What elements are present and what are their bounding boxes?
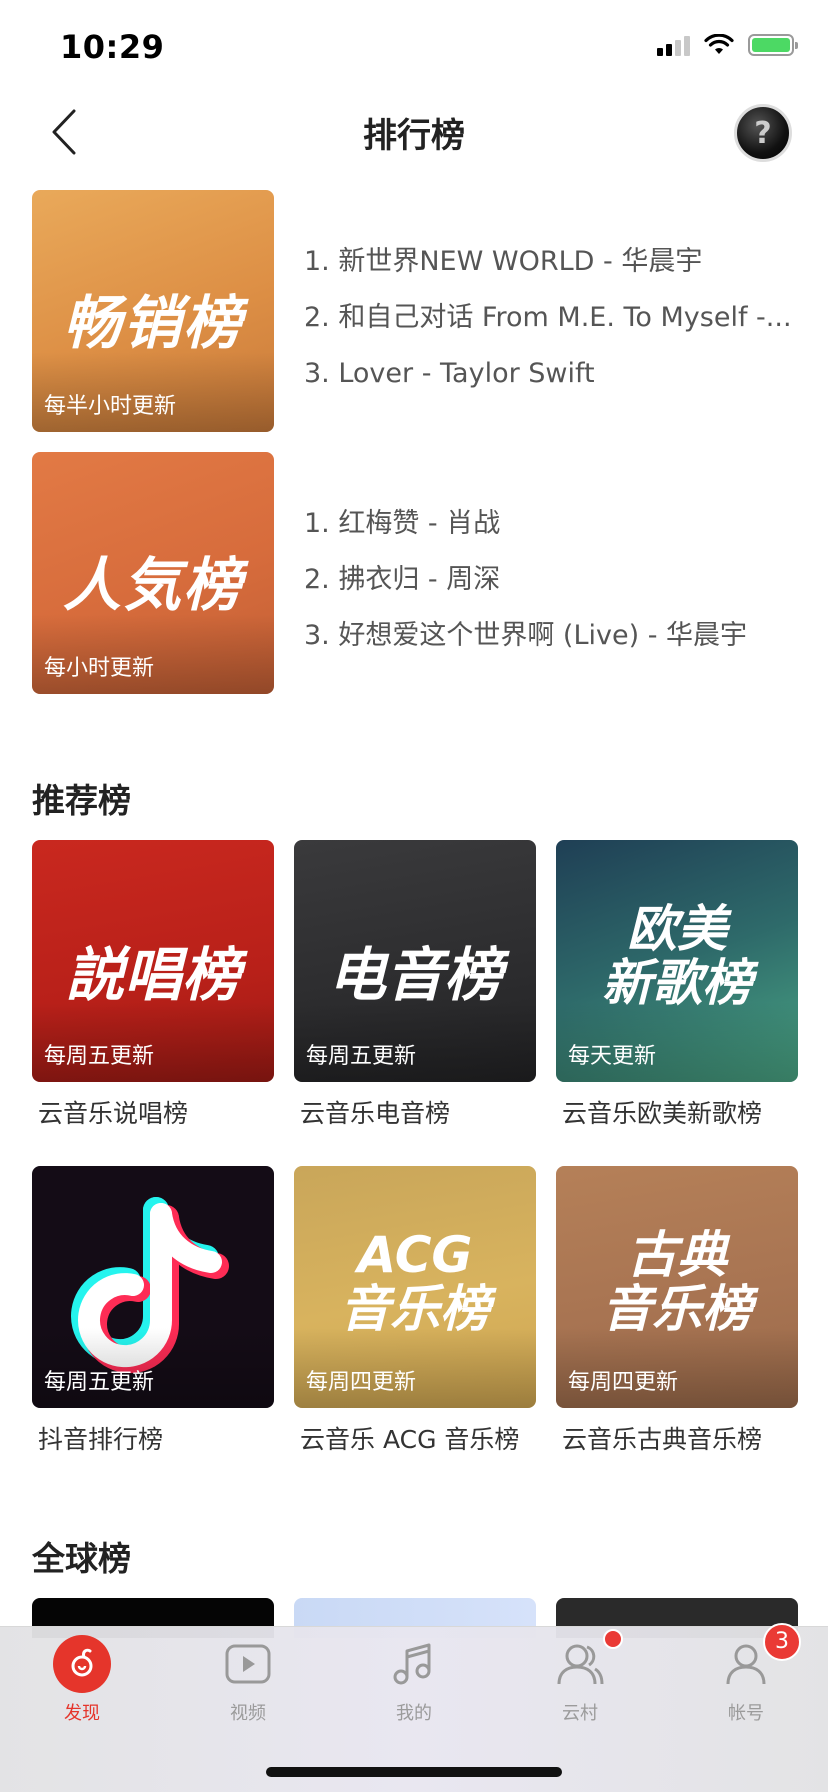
chart-name: 抖音排行榜 (38, 1425, 164, 1454)
chart-cover[interactable]: 每周五更新 (32, 1166, 274, 1408)
chart-cover[interactable]: ACG 音乐榜 每周四更新 (294, 1166, 536, 1408)
notification-badge: 3 (763, 1623, 801, 1661)
chart-cover-logo-line: 古典 (627, 1226, 727, 1284)
account-icon (726, 1644, 766, 1685)
chart-cover[interactable]: 人気榜 每小时更新 (32, 452, 274, 694)
status-time: 10:29 (60, 28, 165, 66)
page-title: 排行榜 (363, 116, 465, 156)
tab-video[interactable]: 视频 (188, 1635, 308, 1745)
nav-bar: 排行榜 ? (0, 96, 828, 168)
chart-cover-logo: 説唱榜 (65, 941, 240, 1009)
status-bar: 10:29 (0, 0, 828, 96)
chart-tile[interactable]: 古典 音乐榜 每周四更新 云音乐古典音乐榜 (556, 1166, 798, 1456)
chart-tile[interactable]: 説唱榜 每周五更新 云音乐说唱榜 (32, 840, 274, 1130)
chart-update-frequency: 每天更新 (568, 1044, 657, 1069)
wifi-icon (704, 34, 734, 54)
tab-discover[interactable]: 发现 (22, 1635, 142, 1745)
chart-row-popular[interactable]: 人気榜 每小时更新 1. 红梅赞 - 肖战 2. 拂衣归 - 周深 3. 好想爱… (32, 452, 796, 694)
chart-name: 云音乐古典音乐榜 (562, 1425, 763, 1454)
chart-top-tracks: 1. 新世界NEW WORLD - 华晨宇 2. 和自己对话 From M.E.… (304, 234, 796, 402)
chart-cover-logo: ACG 音乐榜 (294, 1228, 536, 1336)
tab-label: 视频 (230, 1703, 266, 1724)
chart-name: 云音乐欧美新歌榜 (562, 1099, 763, 1128)
chart-cover[interactable]: 畅销榜 每半小时更新 (32, 190, 274, 432)
chart-cover-logo-line: ACG (357, 1226, 473, 1284)
tab-bar: 发现 视频 我的 云村 3 帐号 (0, 1623, 828, 1792)
community-icon (557, 1644, 604, 1685)
video-icon (225, 1644, 271, 1684)
music-note-icon (393, 1643, 431, 1685)
track-item[interactable]: 1. 新世界NEW WORLD - 华晨宇 (304, 234, 796, 290)
track-item[interactable]: 3. 好想爱这个世界啊 (Live) - 华晨宇 (304, 608, 796, 664)
track-item[interactable]: 2. 和自己对话 From M.E. To Myself -... (304, 290, 796, 346)
chart-tile[interactable]: 欧美 新歌榜 每天更新 云音乐欧美新歌榜 (556, 840, 798, 1130)
chart-name: 云音乐 ACG 音乐榜 (300, 1425, 520, 1454)
tab-community[interactable]: 云村 (520, 1629, 640, 1745)
chart-cover-logo-line: 欧美 (627, 900, 727, 958)
chart-row-bestseller[interactable]: 畅销榜 每半小时更新 1. 新世界NEW WORLD - 华晨宇 2. 和自己对… (32, 190, 796, 432)
chart-update-frequency: 每半小时更新 (44, 394, 177, 419)
chart-cover-logo: 欧美 新歌榜 (556, 902, 798, 1010)
chart-tile[interactable]: 电音榜 每周五更新 云音乐电音榜 (294, 840, 536, 1130)
chart-update-frequency: 每周四更新 (306, 1370, 417, 1395)
chart-name: 云音乐电音榜 (300, 1099, 451, 1128)
chart-update-frequency: 每周五更新 (306, 1044, 417, 1069)
user-avatar[interactable]: ? (734, 104, 792, 162)
chart-tile[interactable]: 每周五更新 抖音排行榜 (32, 1166, 274, 1456)
chart-update-frequency: 每周四更新 (568, 1370, 679, 1395)
track-item[interactable]: 1. 红梅赞 - 肖战 (304, 496, 796, 552)
chart-top-tracks: 1. 红梅赞 - 肖战 2. 拂衣归 - 周深 3. 好想爱这个世界啊 (Liv… (304, 496, 796, 664)
chart-cover-logo: 畅销榜 (62, 289, 243, 357)
chart-update-frequency: 每周五更新 (44, 1370, 155, 1395)
chart-cover-logo: 电音榜 (327, 941, 502, 1009)
track-item[interactable]: 2. 拂衣归 - 周深 (304, 552, 796, 608)
home-indicator (266, 1767, 562, 1777)
chart-cover[interactable]: 欧美 新歌榜 每天更新 (556, 840, 798, 1082)
section-title-global: 全球榜 (32, 1539, 131, 1578)
tab-label: 帐号 (728, 1703, 764, 1724)
section-title-recommended: 推荐榜 (32, 781, 131, 820)
tab-mine[interactable]: 我的 (354, 1635, 474, 1745)
chart-update-frequency: 每周五更新 (44, 1044, 155, 1069)
notification-dot (603, 1629, 623, 1649)
track-item[interactable]: 3. Lover - Taylor Swift (304, 346, 796, 402)
chart-tile[interactable]: ACG 音乐榜 每周四更新 云音乐 ACG 音乐榜 (294, 1166, 536, 1456)
chart-cover-logo: 古典 音乐榜 (556, 1228, 798, 1336)
avatar-glyph: ? (754, 115, 772, 151)
tab-label: 发现 (64, 1703, 100, 1724)
chart-cover[interactable]: 説唱榜 每周五更新 (32, 840, 274, 1082)
status-icons (657, 34, 798, 56)
chart-cover[interactable]: 古典 音乐榜 每周四更新 (556, 1166, 798, 1408)
chart-cover-logo: 人気榜 (62, 551, 243, 619)
tab-label: 我的 (396, 1703, 432, 1724)
chart-cover[interactable]: 电音榜 每周五更新 (294, 840, 536, 1082)
battery-icon (748, 34, 798, 56)
chart-name: 云音乐说唱榜 (38, 1099, 189, 1128)
chart-update-frequency: 每小时更新 (44, 656, 155, 681)
tab-label: 云村 (562, 1703, 598, 1724)
discover-icon (53, 1635, 111, 1693)
tab-account[interactable]: 3 帐号 (686, 1623, 806, 1745)
cellular-signal-icon (657, 34, 690, 56)
